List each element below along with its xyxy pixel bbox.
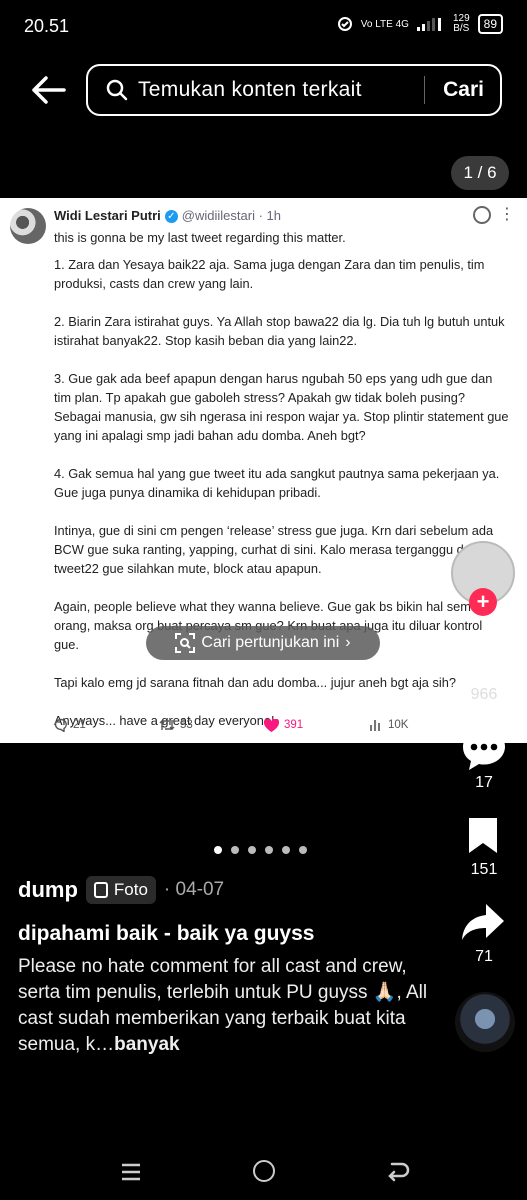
find-show-label: Cari pertunjukan ini bbox=[201, 634, 340, 651]
tweet-paragraph: 2. Biarin Zara istirahat guys. Ya Allah … bbox=[54, 314, 505, 348]
post-description-text: Please no hate comment for all cast and … bbox=[18, 956, 428, 1055]
search-placeholder: Temukan konten terkait bbox=[138, 78, 362, 101]
tweet-paragraph: 3. Gue gak ada beef apapun dengan harus … bbox=[54, 371, 509, 443]
tweet-views: 10K bbox=[369, 718, 474, 732]
tweet-handle: @widiilestari · 1h bbox=[181, 208, 281, 223]
tweet-paragraph: Intinya, gue di sini cm pengen ‘release’… bbox=[54, 523, 500, 576]
like-count: 966 bbox=[470, 686, 498, 703]
carousel-dot bbox=[231, 846, 239, 854]
tweet-paragraph: this is gonna be my last tweet regarding… bbox=[54, 230, 346, 245]
post-date: · 04-07 bbox=[163, 879, 225, 900]
carousel-dot bbox=[214, 846, 222, 854]
network-label: Vo LTE 4G bbox=[360, 18, 409, 30]
lens-scan-icon bbox=[175, 633, 196, 653]
tweet-paragraph: 4. Gak semua hal yang gue tweet itu ada … bbox=[54, 466, 500, 500]
signal-icon bbox=[416, 18, 441, 31]
reply-count: 21 bbox=[73, 719, 86, 731]
carousel-dot bbox=[248, 846, 256, 854]
comment-icon[interactable] bbox=[460, 726, 508, 772]
carousel-dots bbox=[214, 846, 307, 854]
verified-icon: ✓ bbox=[164, 210, 178, 224]
post-author[interactable]: dump bbox=[18, 877, 78, 903]
bookmark-icon[interactable] bbox=[466, 815, 500, 855]
nav-back-icon[interactable] bbox=[386, 1160, 410, 1182]
bookmark-count: 151 bbox=[470, 861, 498, 878]
search-divider bbox=[424, 76, 426, 104]
home-icon[interactable] bbox=[253, 1160, 275, 1182]
tweet-author-name: Widi Lestari Putri bbox=[54, 208, 161, 223]
image-counter: 1 / 6 bbox=[451, 156, 509, 190]
search-input[interactable]: Temukan konten terkait Cari bbox=[86, 64, 502, 116]
photo-tag-label: Foto bbox=[113, 880, 148, 899]
grok-icon bbox=[473, 206, 491, 224]
tweet-replies: 21 bbox=[54, 718, 159, 732]
like-heart-icon[interactable] bbox=[460, 636, 508, 680]
tweet-avatar bbox=[10, 208, 46, 244]
find-show-button[interactable]: Cari pertunjukan ini › bbox=[146, 626, 380, 660]
battery-icon: 89 bbox=[477, 14, 503, 34]
back-arrow-icon[interactable] bbox=[28, 70, 68, 110]
carousel-dot bbox=[299, 846, 307, 854]
carousel-dot bbox=[265, 846, 273, 854]
tweet-likes: 391 bbox=[264, 718, 369, 732]
retweet-count: 53 bbox=[180, 719, 193, 731]
view-count: 10K bbox=[388, 719, 409, 731]
network-speed: 129 B/S bbox=[453, 14, 470, 34]
share-icon[interactable] bbox=[460, 902, 506, 942]
tweet-image[interactable]: Widi Lestari Putri ✓ @widiilestari · 1h ⋮ … bbox=[0, 198, 527, 743]
reply-icon bbox=[54, 718, 67, 732]
heart-icon bbox=[264, 718, 279, 732]
carousel-dot bbox=[282, 846, 290, 854]
post-title: dipahami baik - baik ya guyss bbox=[18, 922, 315, 945]
post-description[interactable]: Please no hate comment for all cast and … bbox=[18, 954, 438, 1058]
recent-apps-icon[interactable] bbox=[120, 1162, 142, 1182]
status-bar: 20.51 Vo LTE 4G 129 B/S 89 bbox=[0, 0, 527, 56]
views-icon bbox=[370, 720, 380, 731]
see-more-link[interactable]: banyak bbox=[114, 1034, 179, 1055]
speed-unit: B/S bbox=[453, 23, 470, 34]
search-button[interactable]: Cari bbox=[443, 78, 484, 102]
retweet-icon bbox=[159, 720, 175, 730]
status-time: 20.51 bbox=[24, 16, 70, 36]
follow-plus-icon[interactable]: + bbox=[469, 588, 497, 616]
system-nav-bar bbox=[0, 1150, 527, 1194]
chevron-right-icon: › bbox=[345, 634, 351, 651]
tweet-paragraph: Tapi kalo emg jd sarana fitnah dan adu d… bbox=[54, 675, 456, 690]
post-author-row: dump Foto · 04-07 bbox=[18, 876, 224, 904]
tweet-body: this is gonna be my last tweet regarding… bbox=[54, 228, 510, 749]
tweet-author: Widi Lestari Putri ✓ @widiilestari · 1h bbox=[54, 208, 281, 224]
alarm-icon bbox=[337, 17, 352, 31]
more-icon: ⋮ bbox=[499, 206, 515, 223]
search-icon bbox=[106, 79, 128, 101]
photo-icon bbox=[93, 882, 108, 898]
tweet-retweets: 53 bbox=[159, 718, 264, 732]
music-disc[interactable] bbox=[455, 992, 515, 1052]
tweet-actions: 21 53 391 10K bbox=[54, 718, 514, 732]
status-icons: Vo LTE 4G 129 B/S 89 bbox=[337, 14, 503, 34]
photo-tag: Foto bbox=[85, 876, 156, 904]
comment-count: 17 bbox=[475, 774, 493, 791]
like-count-tweet: 391 bbox=[284, 719, 304, 731]
tweet-paragraph: 1. Zara dan Yesaya baik22 aja. Sama juga… bbox=[54, 257, 485, 291]
share-count: 71 bbox=[475, 948, 493, 965]
